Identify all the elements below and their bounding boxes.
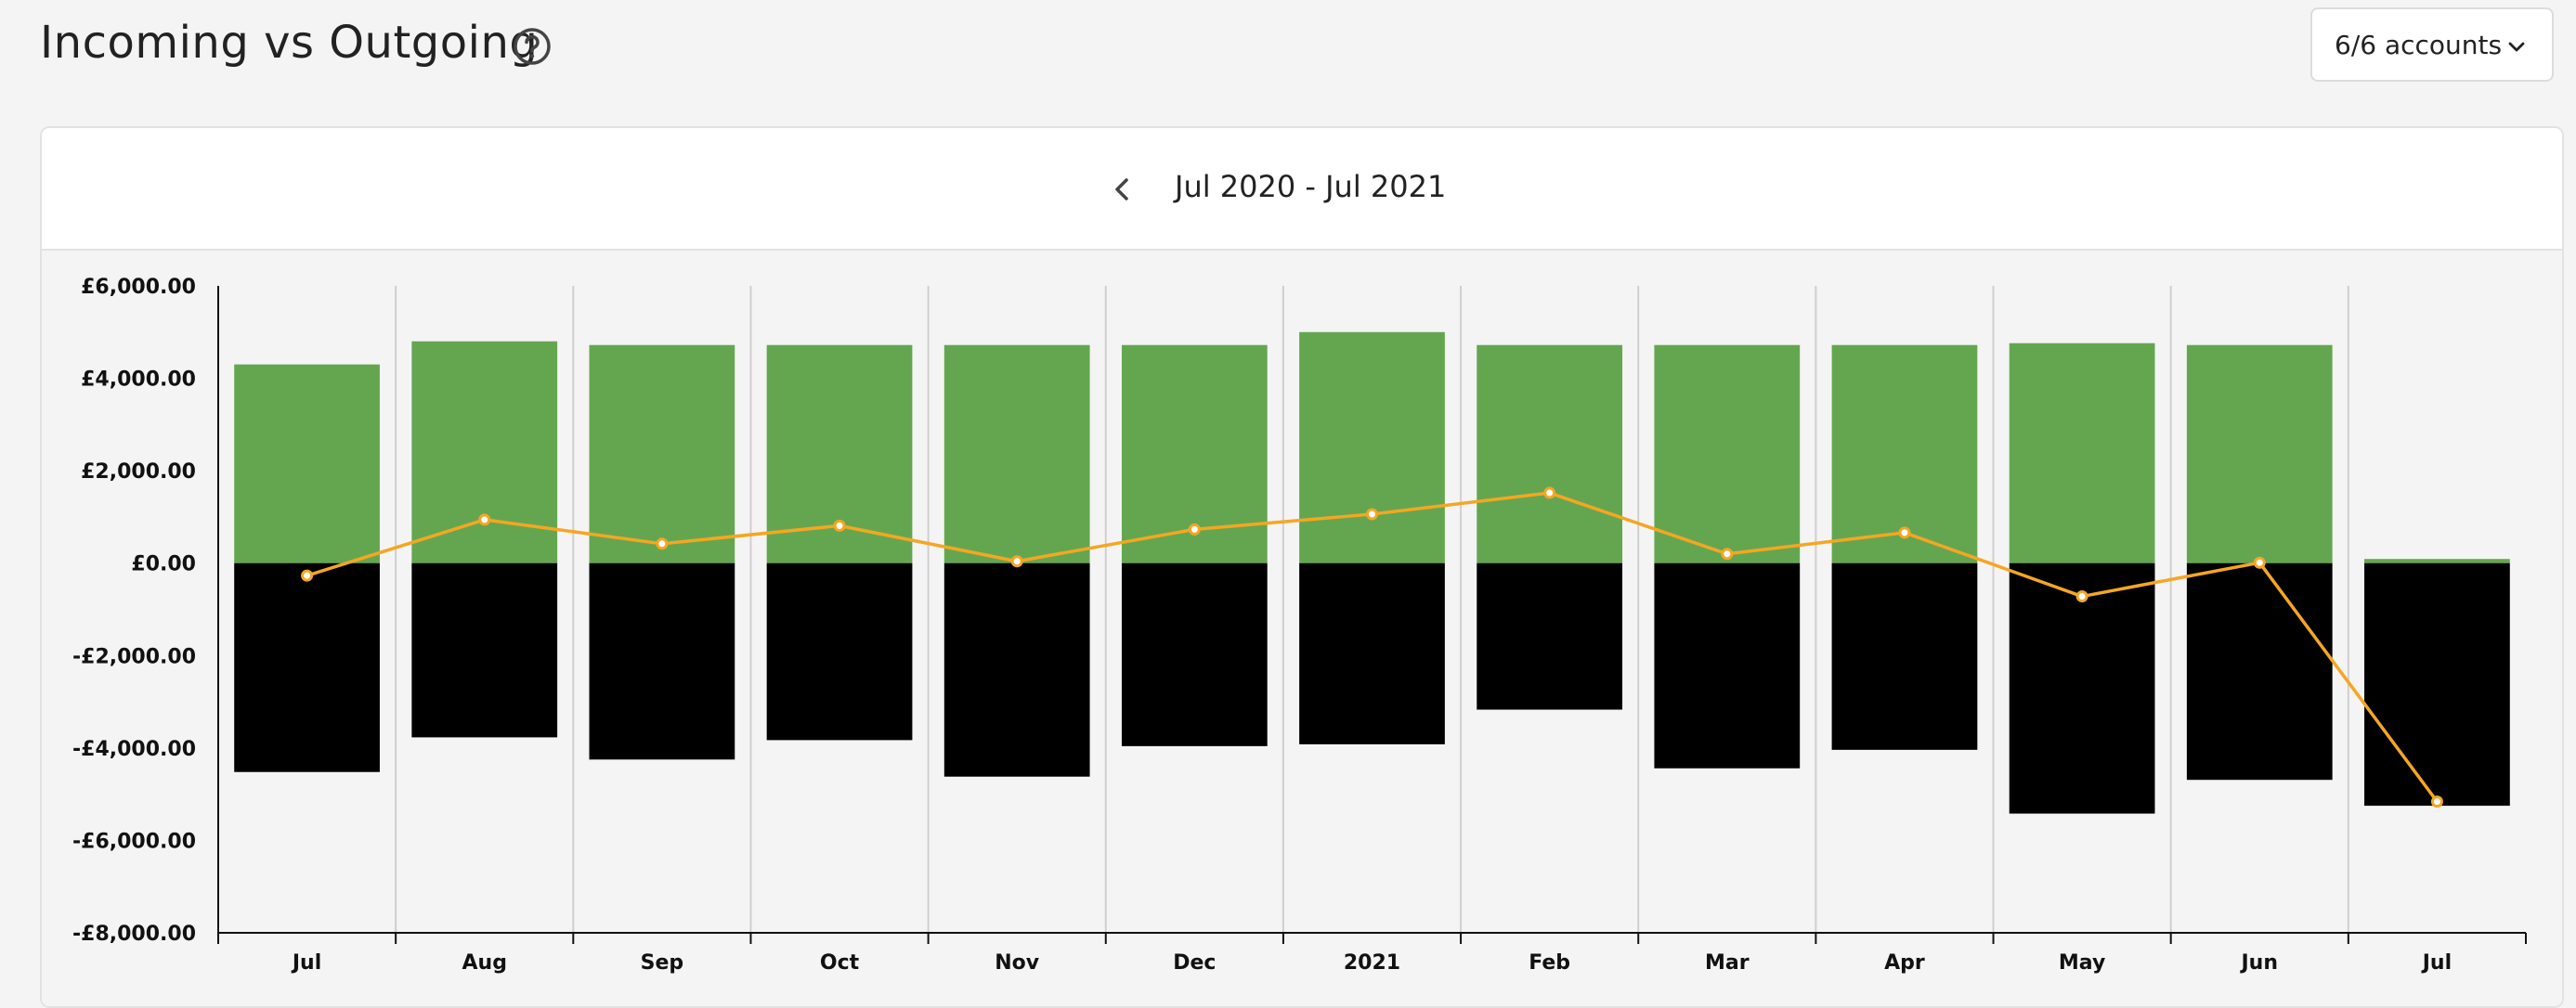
incoming-bar [2364, 559, 2510, 563]
x-tick-label: Nov [995, 951, 1040, 975]
incoming-bar [1654, 344, 1801, 563]
outgoing-bar [1121, 562, 1268, 746]
y-tick-label: -£8,000.00 [72, 923, 196, 946]
outgoing-bar [1654, 562, 1801, 769]
net-point [2253, 556, 2266, 569]
incoming-bar [2009, 342, 2155, 563]
outgoing-bar [2186, 562, 2333, 781]
net-point [833, 519, 846, 532]
outgoing-bar [943, 562, 1090, 777]
outgoing-bar [234, 562, 380, 772]
incoming-bar [2186, 344, 2333, 563]
x-tick-label: Oct [820, 951, 860, 975]
net-point [478, 513, 491, 526]
x-tick-label: Dec [1173, 951, 1216, 975]
outgoing-bar [1831, 562, 1978, 750]
x-tick-label: Aug [462, 951, 507, 975]
net-point [1010, 555, 1023, 568]
x-tick-label: Feb [1529, 951, 1570, 975]
x-tick-label: Sep [641, 951, 684, 975]
net-point [1188, 523, 1201, 536]
y-tick-label: -£2,000.00 [72, 645, 196, 668]
outgoing-bar [2364, 562, 2510, 807]
net-point [2075, 590, 2088, 603]
net-point [1898, 526, 1911, 539]
net-point [2430, 795, 2443, 808]
y-tick-label: £2,000.00 [81, 460, 196, 484]
net-point [1543, 486, 1556, 499]
x-tick-label: Mar [1705, 951, 1750, 975]
incoming-outgoing-chart: £6,000.00 £4,000.00 £2,000.00 £0.00 -£2,000.… [72, 276, 2527, 975]
incoming-bar [589, 344, 735, 563]
x-tick-label: Jul [2421, 951, 2452, 975]
y-tick-label: -£6,000.00 [72, 830, 196, 853]
y-tick-label: £0.00 [131, 553, 196, 576]
incoming-bar [1299, 331, 1445, 563]
outgoing-bar [411, 562, 558, 738]
net-point [301, 569, 314, 582]
x-tick-label: Jun [2240, 951, 2279, 975]
incoming-bar [1477, 344, 1623, 563]
y-tick-label: -£4,000.00 [72, 738, 196, 761]
net-point [1366, 508, 1378, 521]
outgoing-bar [766, 562, 913, 741]
x-tick-label: Apr [1884, 951, 1925, 975]
incoming-bar [943, 344, 1090, 563]
x-tick-label: 2021 [1344, 951, 1400, 975]
x-tick-label: May [2059, 951, 2105, 975]
net-point [656, 537, 669, 550]
y-tick-label: £6,000.00 [81, 276, 196, 299]
net-point [1721, 548, 1734, 561]
y-tick-label: £4,000.00 [81, 368, 196, 392]
incoming-bar [234, 364, 380, 563]
outgoing-bar [589, 562, 735, 760]
outgoing-bar [1477, 562, 1623, 710]
x-tick-label: Jul [291, 951, 321, 975]
incoming-bar [411, 341, 558, 563]
outgoing-bar [1299, 562, 1445, 744]
